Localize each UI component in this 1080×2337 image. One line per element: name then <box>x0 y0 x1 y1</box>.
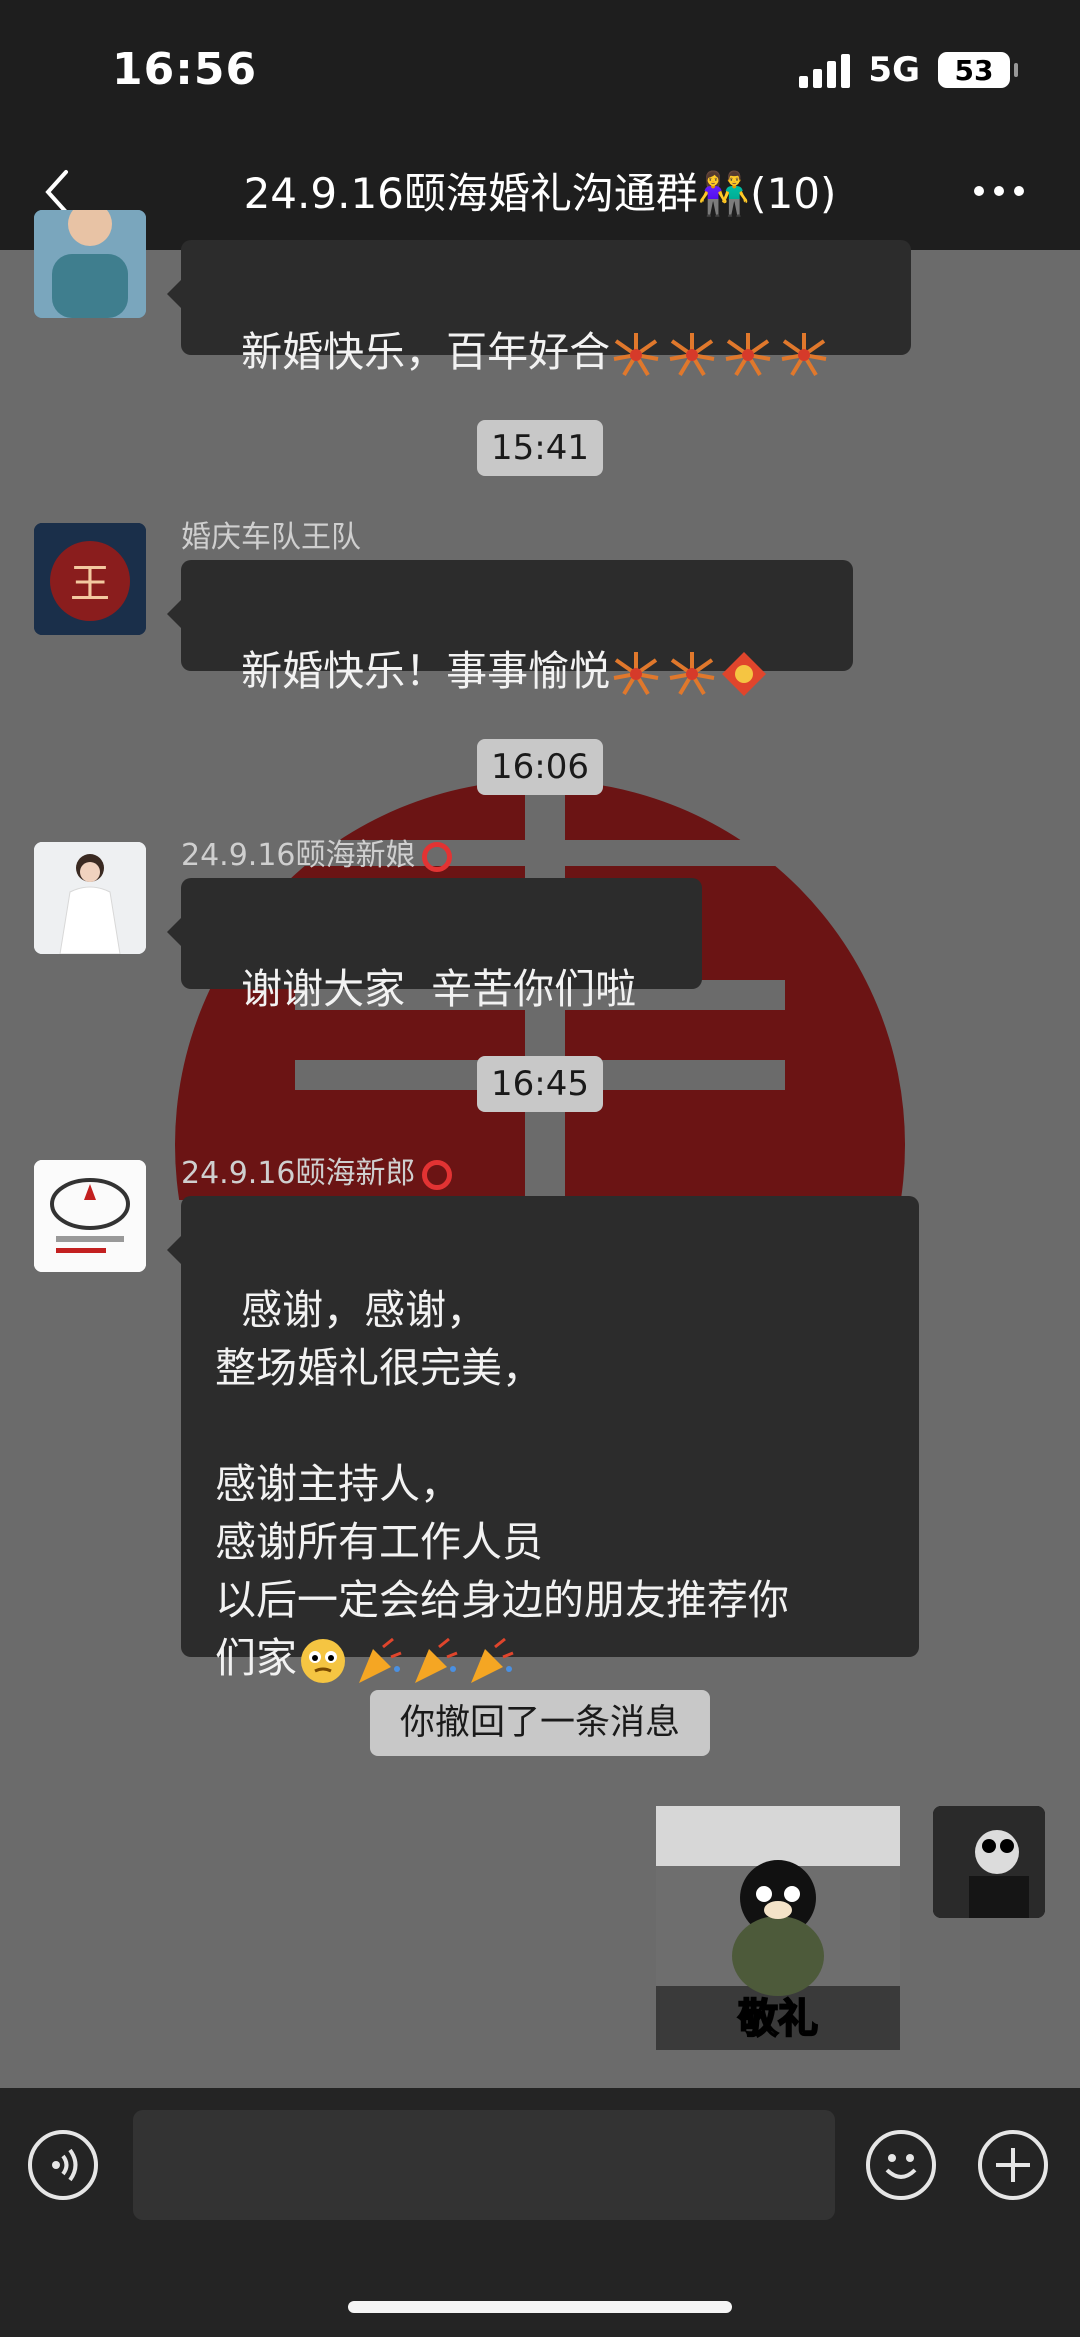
avatar[interactable] <box>34 842 146 954</box>
party-popper-icon <box>297 1635 517 1687</box>
message-text: 感谢，感谢， 整场婚礼很完美， 感谢主持人， 感谢所有工作人员 以后一定会给身边… <box>215 1286 789 1682</box>
timestamp: 16:06 <box>477 739 603 795</box>
top-bar: 16:56 5G 53 24.9.16颐海婚礼沟通群👫(10) <box>0 0 1080 250</box>
red-circle-icon <box>421 841 452 872</box>
sender-name: 24.9.16颐海新郎 <box>181 1148 452 1192</box>
message-text: 谢谢大家 辛苦你们啦 <box>241 965 637 1013</box>
red-circle-icon <box>421 1159 452 1190</box>
avatar-logo-text: 王 <box>70 561 110 607</box>
fireworks-icon <box>610 329 830 381</box>
more-dots-icon[interactable] <box>974 186 1024 196</box>
timestamp: 16:45 <box>477 1056 603 1112</box>
message-input[interactable] <box>133 2110 835 2220</box>
sender-name: 24.9.16颐海新娘 <box>181 830 452 874</box>
avatar[interactable]: 王 <box>34 523 146 635</box>
plus-icon[interactable] <box>978 2130 1048 2200</box>
status-time: 16:56 <box>112 44 258 95</box>
home-indicator[interactable] <box>348 2301 732 2313</box>
network-type: 5G <box>868 50 920 90</box>
fireworks-icon <box>610 648 718 700</box>
avatar[interactable] <box>34 210 146 318</box>
signal-icon <box>799 52 851 88</box>
sender-name-text: 24.9.16颐海新郎 <box>181 1156 416 1191</box>
fortune-diamond-icon <box>722 652 767 696</box>
message-bubble[interactable]: 新婚快乐，百年好合 <box>167 240 911 377</box>
my-avatar[interactable] <box>933 1806 1045 1918</box>
sticker-caption: 敬礼 <box>737 1995 819 2043</box>
smiley-icon[interactable] <box>866 2130 936 2200</box>
message-bubble[interactable]: 谢谢大家 辛苦你们啦 <box>167 878 702 1013</box>
recall-notice[interactable]: 你撤回了一条消息 <box>369 1690 711 1756</box>
message-text: 新婚快乐，百年好合 <box>241 328 611 376</box>
battery-icon: 53 <box>938 52 1018 88</box>
voice-icon[interactable] <box>28 2130 98 2200</box>
timestamp: 15:41 <box>477 420 603 476</box>
sender-name: 婚庆车队王队 <box>181 520 361 555</box>
status-indicators: 5G 53 <box>799 50 1018 90</box>
avatar[interactable] <box>34 1160 146 1272</box>
message-bubble[interactable]: 感谢，感谢， 整场婚礼很完美， 感谢主持人， 感谢所有工作人员 以后一定会给身边… <box>167 1196 919 1683</box>
battery-level: 53 <box>954 53 994 87</box>
sender-name-text: 24.9.16颐海新娘 <box>181 838 416 873</box>
chat-title: 24.9.16颐海婚礼沟通群👫(10) <box>243 169 837 218</box>
message-text: 新婚快乐！事事愉悦 <box>241 647 611 695</box>
message-bubble[interactable]: 新婚快乐！事事愉悦 <box>167 560 853 696</box>
sticker-message[interactable]: 敬礼 <box>656 1806 900 2050</box>
